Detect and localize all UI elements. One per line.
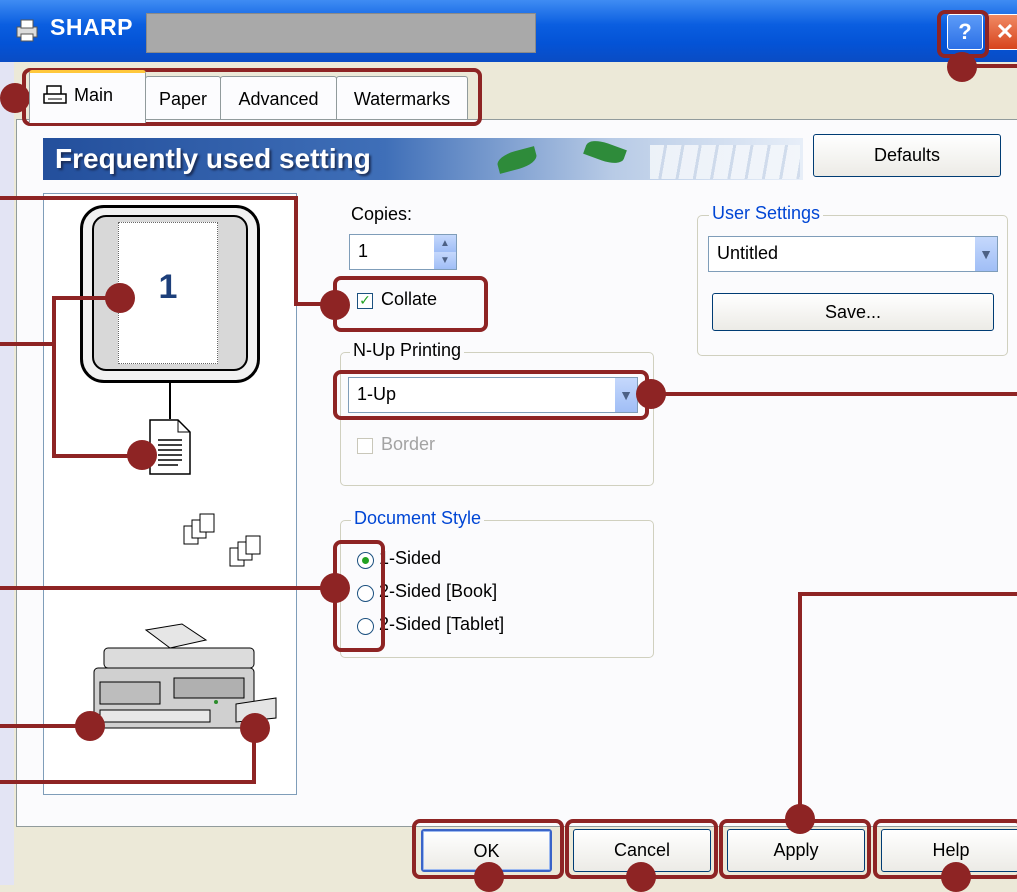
connector-line xyxy=(169,383,171,419)
copies-stepper[interactable]: 1 ▲ ▼ xyxy=(349,234,457,270)
callout-dot xyxy=(941,862,971,892)
callout-line xyxy=(0,196,298,200)
callout-dot xyxy=(320,290,350,320)
printer-icon xyxy=(43,85,67,104)
callout-line xyxy=(798,592,1017,596)
callout-dot xyxy=(474,862,504,892)
callout-dot xyxy=(105,283,135,313)
copies-value: 1 xyxy=(358,241,369,261)
tab-main[interactable]: Main xyxy=(29,70,146,123)
callout-dot xyxy=(75,711,105,741)
user-settings-label: User Settings xyxy=(709,203,824,224)
callout-frame-collate xyxy=(333,276,488,332)
save-button[interactable]: Save... xyxy=(712,293,994,331)
callout-dot xyxy=(626,862,656,892)
border-label: Border xyxy=(381,434,436,454)
user-settings-value: Untitled xyxy=(717,243,779,263)
title-bar-redacted xyxy=(146,13,536,53)
two-sided-tablet-label: 2-Sided [Tablet] xyxy=(379,614,505,634)
callout-line xyxy=(0,780,256,784)
chevron-up-icon[interactable]: ▲ xyxy=(434,235,456,252)
left-margin xyxy=(0,0,14,885)
callout-line xyxy=(52,296,56,458)
window-title: SHARP xyxy=(50,14,134,40)
close-icon[interactable]: ✕ xyxy=(987,14,1017,50)
callout-line xyxy=(294,196,298,306)
printer-icon xyxy=(16,19,38,42)
one-sided-label: 1-Sided xyxy=(379,548,442,568)
callout-frame-nup xyxy=(333,370,649,420)
callout-line xyxy=(650,392,1017,396)
document-style-label: Document Style xyxy=(351,508,485,529)
callout-dot xyxy=(240,713,270,743)
defaults-button[interactable]: Defaults xyxy=(813,134,1001,177)
callout-dot xyxy=(0,83,30,113)
border-checkbox[interactable] xyxy=(357,438,373,454)
callout-line xyxy=(798,592,802,818)
chevron-down-icon[interactable]: ▼ xyxy=(974,237,997,271)
callout-dot xyxy=(320,573,350,603)
two-sided-book-label: 2-Sided [Book] xyxy=(379,581,498,601)
callout-dot xyxy=(785,804,815,834)
callout-dot xyxy=(947,52,977,82)
user-settings-select[interactable]: Untitled ▼ xyxy=(708,236,998,272)
chevron-down-icon[interactable]: ▼ xyxy=(434,252,456,269)
callout-frame-help xyxy=(937,10,989,58)
collate-sets-icon xyxy=(183,513,261,567)
callout-line xyxy=(0,342,56,346)
callout-dot xyxy=(127,440,157,470)
callout-dot xyxy=(636,379,666,409)
tab-main-label: Main xyxy=(74,85,114,105)
callout-line xyxy=(0,586,336,590)
nup-printing-label: N-Up Printing xyxy=(350,340,465,361)
copies-label: Copies: xyxy=(351,204,413,224)
paper-decoration xyxy=(650,145,800,179)
banner-title: Frequently used setting xyxy=(55,143,371,174)
